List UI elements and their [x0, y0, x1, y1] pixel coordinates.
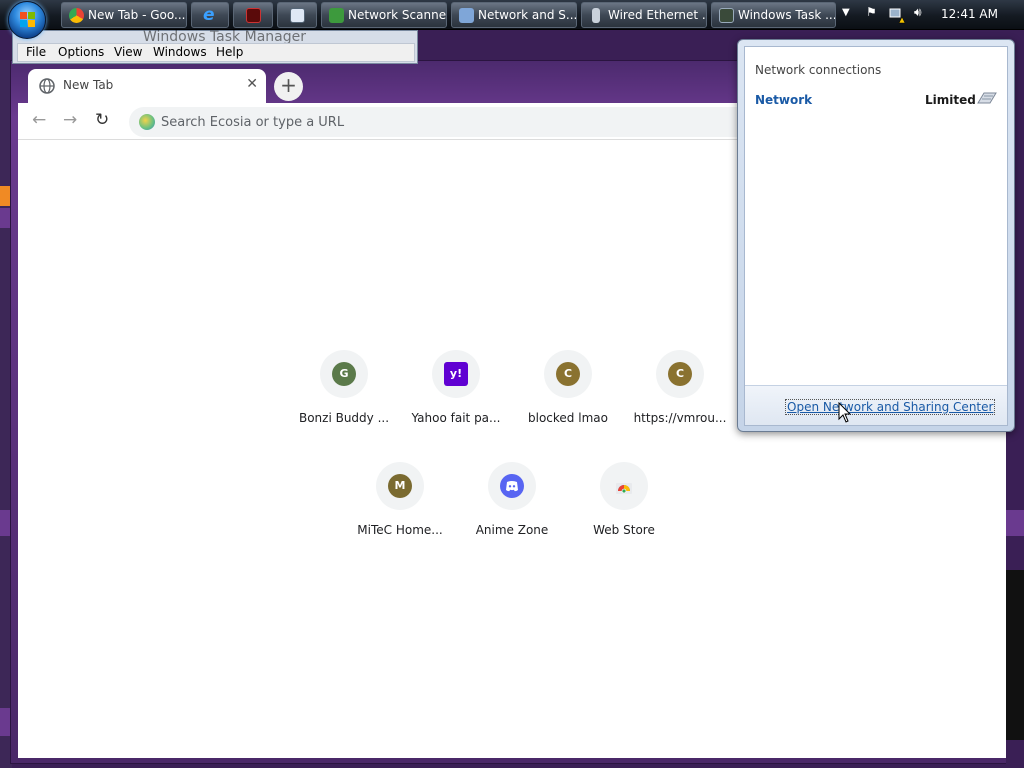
- network-name[interactable]: Network: [755, 93, 812, 107]
- network-warning-icon[interactable]: [888, 6, 906, 24]
- taskbar-item-label: Wired Ethernet ...: [608, 8, 707, 22]
- mouse-cursor-icon: [838, 402, 852, 423]
- taskbar-item-app-blue[interactable]: [277, 2, 317, 28]
- shortcut-tile[interactable]: G Bonzi Buddy ...: [288, 350, 400, 450]
- taskbar-item-wired-ethernet[interactable]: Wired Ethernet ...: [581, 2, 707, 28]
- taskbar-item-label: Windows Task ...: [738, 8, 836, 22]
- shortcut-label: MiTeC Home...: [357, 523, 443, 537]
- shortcut-icon-bg: [488, 462, 536, 510]
- tab-title: New Tab: [63, 78, 114, 92]
- shortcut-tile[interactable]: C https://vmrou...: [624, 350, 736, 450]
- menu-windows[interactable]: Windows: [153, 45, 207, 59]
- back-arrow-icon[interactable]: ←: [32, 110, 46, 130]
- shortcut-tile[interactable]: Anime Zone: [456, 462, 568, 562]
- ecosia-icon: [139, 114, 155, 130]
- taskbar-item-chrome[interactable]: New Tab - Goo...: [61, 2, 187, 28]
- task-manager-menubar: File Options View Windows Help: [17, 43, 415, 62]
- network-flyout-footer: Open Network and Sharing Center: [745, 385, 1007, 425]
- chrome-icon: [69, 8, 84, 23]
- task-manager-window: Windows Task Manager File Options View W…: [12, 29, 418, 64]
- network-flyout-panel: Network connections Network Limited Open…: [744, 46, 1008, 426]
- volume-icon[interactable]: 🔊︎: [914, 5, 922, 20]
- network-sharing-icon: [459, 8, 474, 23]
- address-input[interactable]: [161, 110, 721, 134]
- menu-options[interactable]: Options: [58, 45, 104, 59]
- discord-icon: [500, 474, 524, 498]
- shortcut-label: Anime Zone: [475, 523, 549, 537]
- taskbar-item-task-manager[interactable]: Windows Task ...: [711, 2, 836, 28]
- taskbar: New Tab - Goo... e Network Scanner Netwo…: [0, 0, 1024, 39]
- shortcut-icon-bg: C: [656, 350, 704, 398]
- network-scanner-icon: [329, 8, 344, 23]
- shortcut-label: Web Store: [593, 523, 655, 537]
- network-connections-header: Network connections: [755, 63, 882, 77]
- open-network-sharing-center-link[interactable]: Open Network and Sharing Center: [785, 399, 996, 415]
- shortcut-tile[interactable]: M MiTeC Home...: [344, 462, 456, 562]
- taskbar-item-label: New Tab - Goo...: [88, 8, 186, 22]
- start-button[interactable]: [8, 1, 46, 39]
- network-flyout: Network connections Network Limited Open…: [737, 39, 1015, 432]
- letter-icon: C: [668, 362, 692, 386]
- shortcut-tile[interactable]: Web Store: [568, 462, 680, 562]
- taskbar-item-network-sharing[interactable]: Network and S...: [451, 2, 577, 28]
- letter-icon: C: [556, 362, 580, 386]
- menu-help[interactable]: Help: [216, 45, 243, 59]
- new-tab-button[interactable]: +: [274, 72, 303, 101]
- tab-new-tab[interactable]: New Tab ✕: [28, 69, 266, 103]
- taskbar-item-app-red[interactable]: [233, 2, 273, 28]
- letter-icon: G: [332, 362, 356, 386]
- shortcut-label: Bonzi Buddy ...: [298, 411, 390, 425]
- network-status: Limited: [925, 93, 976, 107]
- wired-network-icon: [977, 92, 997, 104]
- taskbar-item-ie[interactable]: e: [191, 2, 229, 28]
- taskbar-item-label: Network and S...: [478, 8, 577, 22]
- web-store-icon: [612, 474, 636, 498]
- task-manager-icon: [719, 8, 734, 23]
- shortcut-icon-bg: G: [320, 350, 368, 398]
- shortcut-icon-bg: y!: [432, 350, 480, 398]
- globe-icon: [39, 78, 55, 94]
- shortcut-icon-bg: C: [544, 350, 592, 398]
- clock[interactable]: 12:41 AM: [941, 7, 998, 21]
- shortcut-label: Yahoo fait pa...: [411, 411, 501, 425]
- app-icon-blue: [290, 8, 305, 23]
- app-icon-red: [246, 8, 261, 23]
- letter-icon: M: [388, 474, 412, 498]
- shortcut-label: blocked lmao: [528, 411, 608, 425]
- shortcut-label: https://vmrou...: [633, 411, 727, 425]
- taskbar-item-network-scanner[interactable]: Network Scanner: [321, 2, 447, 28]
- shortcut-tile[interactable]: y! Yahoo fait pa...: [400, 350, 512, 450]
- menu-file[interactable]: File: [26, 45, 46, 59]
- close-icon[interactable]: ✕: [246, 76, 258, 92]
- action-center-flag-icon[interactable]: ⚑: [866, 5, 877, 19]
- shortcut-icon-bg: [600, 462, 648, 510]
- yahoo-icon: y!: [444, 362, 468, 386]
- taskbar-item-label: Network Scanner: [348, 8, 447, 22]
- forward-arrow-icon[interactable]: →: [63, 110, 77, 130]
- show-hidden-icons-icon[interactable]: ▼: [842, 7, 850, 18]
- reload-icon[interactable]: ↻: [95, 110, 109, 130]
- shortcut-icon-bg: M: [376, 462, 424, 510]
- menu-view[interactable]: View: [114, 45, 142, 59]
- windows-logo-icon: [20, 12, 36, 28]
- internet-explorer-icon: e: [203, 5, 215, 25]
- ethernet-icon: [592, 8, 600, 23]
- shortcut-tile[interactable]: C blocked lmao: [512, 350, 624, 450]
